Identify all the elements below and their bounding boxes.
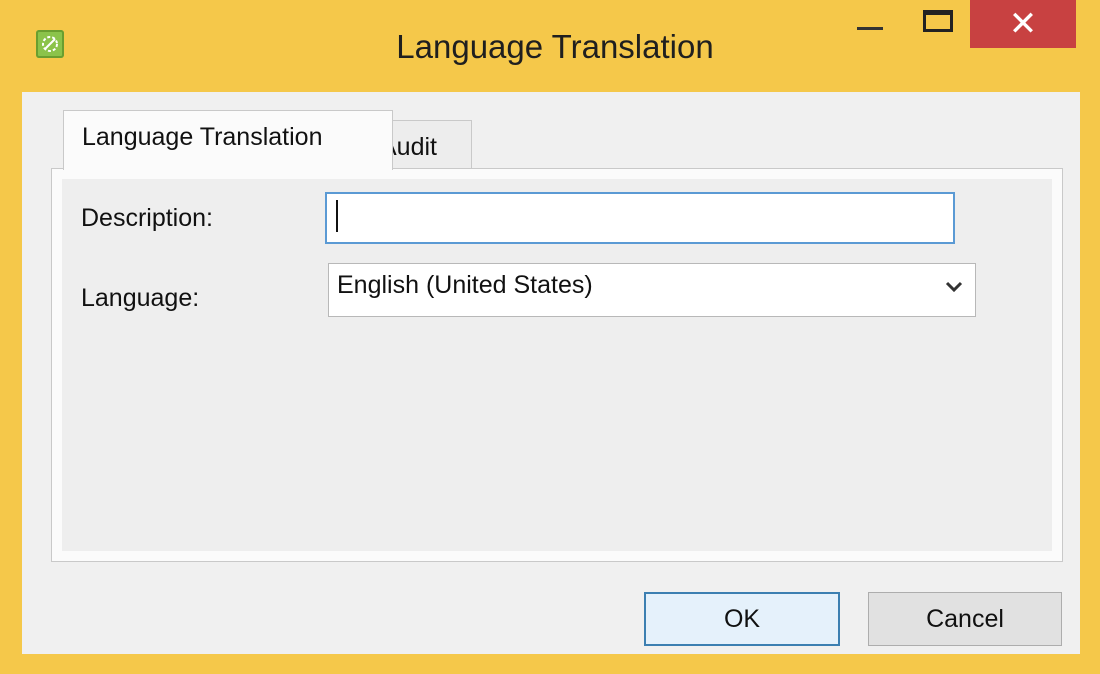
dialog-window: Language Translation ✕ Audit Language Tr… [0, 0, 1100, 674]
dialog-client-area: Audit Language Translation Description: … [22, 92, 1080, 654]
cancel-button[interactable]: Cancel [868, 592, 1062, 646]
maximize-icon [923, 10, 953, 32]
chevron-down-icon[interactable] [945, 280, 963, 299]
description-label: Description: [81, 204, 213, 232]
close-icon: ✕ [1008, 5, 1038, 43]
language-dropdown[interactable]: English (United States) [328, 263, 976, 317]
title-bar: Language Translation ✕ [0, 0, 1100, 92]
ok-button[interactable]: OK [644, 592, 840, 646]
language-selected-value: English (United States) [337, 271, 593, 299]
tab-language-translation[interactable]: Language Translation [63, 110, 393, 170]
maximize-button[interactable] [908, 0, 968, 48]
close-button[interactable]: ✕ [970, 0, 1076, 48]
minimize-button[interactable] [840, 0, 900, 48]
tab-language-translation-label: Language Translation [82, 123, 323, 151]
description-input[interactable] [325, 192, 955, 244]
minimize-icon [857, 26, 883, 30]
language-label: Language: [81, 284, 200, 312]
text-caret [336, 200, 338, 232]
